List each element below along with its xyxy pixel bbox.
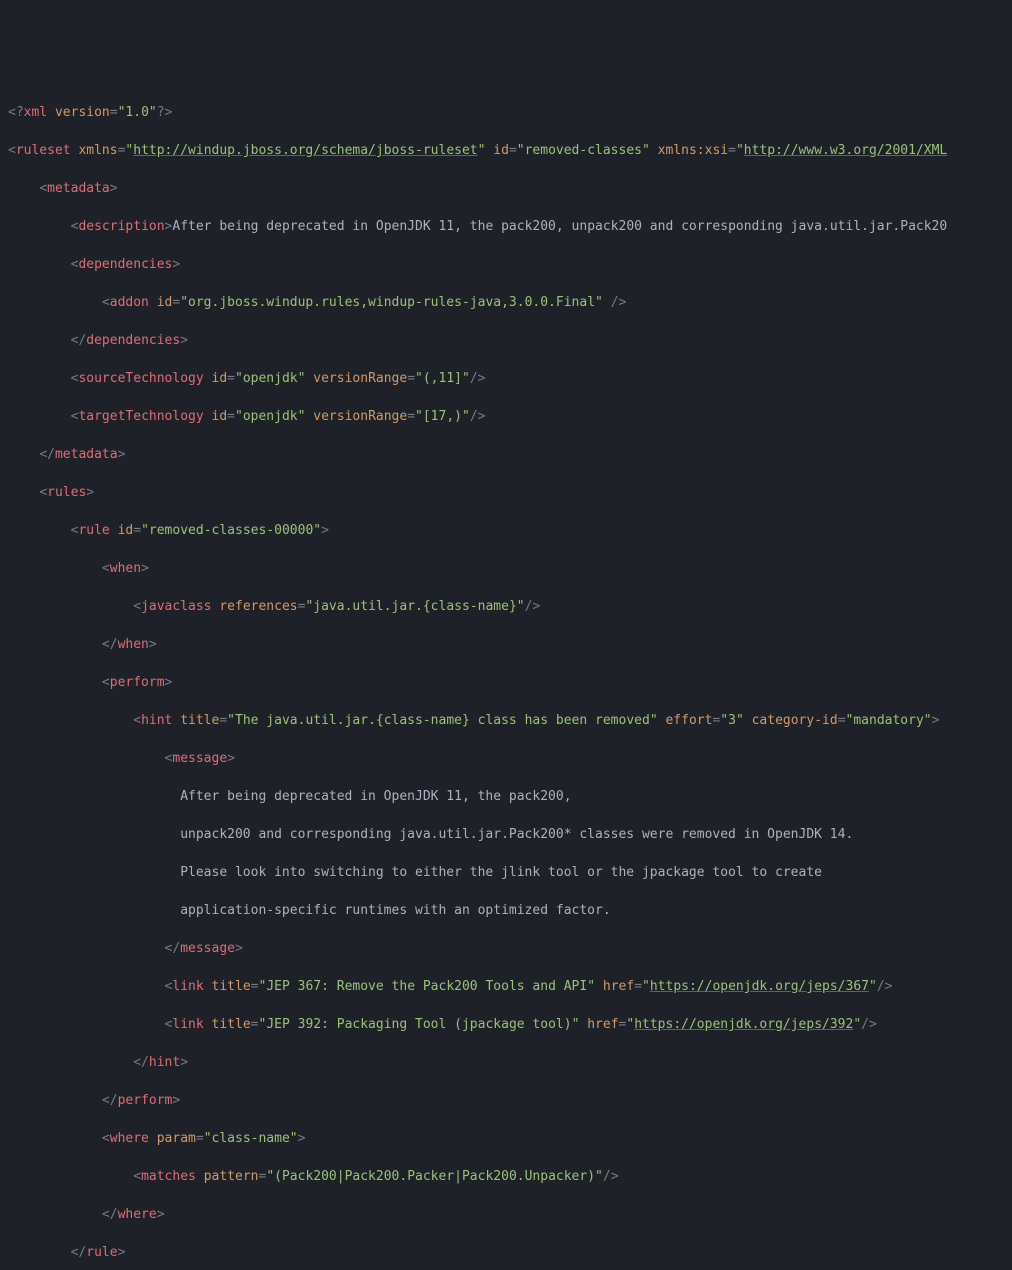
code-line: <where param="class-name"> <box>8 1129 1004 1148</box>
code-line: unpack200 and corresponding java.util.ja… <box>8 825 1004 844</box>
message-line: After being deprecated in OpenJDK 11, th… <box>180 789 571 804</box>
code-line: </hint> <box>8 1053 1004 1072</box>
code-line: <targetTechnology id="openjdk" versionRa… <box>8 407 1004 426</box>
xsi-url: http://www.w3.org/2001/XML <box>744 143 948 158</box>
code-line: </dependencies> <box>8 331 1004 350</box>
code-line: </rule> <box>8 1243 1004 1262</box>
code-line: <rules> <box>8 483 1004 502</box>
code-block: <?xml version="1.0"?> <ruleset xmlns="ht… <box>8 84 1004 1270</box>
code-line: <hint title="The java.util.jar.{class-na… <box>8 711 1004 730</box>
code-line: <description>After being deprecated in O… <box>8 217 1004 236</box>
code-line: application-specific runtimes with an op… <box>8 901 1004 920</box>
pi-xml: xml <box>24 105 47 120</box>
code-line: <?xml version="1.0"?> <box>8 103 1004 122</box>
code-line: <perform> <box>8 673 1004 692</box>
code-line: <metadata> <box>8 179 1004 198</box>
code-line: <ruleset xmlns="http://windup.jboss.org/… <box>8 141 1004 160</box>
code-line: Please look into switching to either the… <box>8 863 1004 882</box>
schema-url: http://windup.jboss.org/schema/jboss-rul… <box>133 143 477 158</box>
code-line: </when> <box>8 635 1004 654</box>
link-href: https://openjdk.org/jeps/367 <box>650 979 869 994</box>
code-line: </where> <box>8 1205 1004 1224</box>
code-line: </message> <box>8 939 1004 958</box>
message-line: application-specific runtimes with an op… <box>180 903 610 918</box>
code-line: <when> <box>8 559 1004 578</box>
code-line: <link title="JEP 392: Packaging Tool (jp… <box>8 1015 1004 1034</box>
code-line: </perform> <box>8 1091 1004 1110</box>
code-line: <matches pattern="(Pack200|Pack200.Packe… <box>8 1167 1004 1186</box>
code-line: <sourceTechnology id="openjdk" versionRa… <box>8 369 1004 388</box>
description-text: After being deprecated in OpenJDK 11, th… <box>172 219 947 234</box>
code-line: <dependencies> <box>8 255 1004 274</box>
code-line: After being deprecated in OpenJDK 11, th… <box>8 787 1004 806</box>
link-href: https://openjdk.org/jeps/392 <box>634 1017 853 1032</box>
code-line: <link title="JEP 367: Remove the Pack200… <box>8 977 1004 996</box>
code-line: <rule id="removed-classes-00000"> <box>8 521 1004 540</box>
code-line: <javaclass references="java.util.jar.{cl… <box>8 597 1004 616</box>
code-line: </metadata> <box>8 445 1004 464</box>
code-line: <message> <box>8 749 1004 768</box>
message-line: unpack200 and corresponding java.util.ja… <box>180 827 853 842</box>
code-line: <addon id="org.jboss.windup.rules,windup… <box>8 293 1004 312</box>
message-line: Please look into switching to either the… <box>180 865 822 880</box>
